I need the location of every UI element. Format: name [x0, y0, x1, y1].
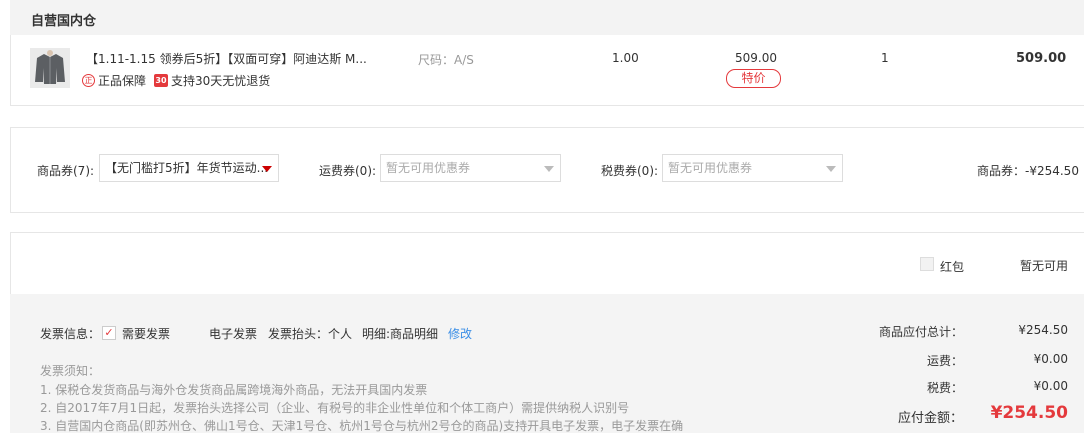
red-packet-status: 暂无可用	[1020, 259, 1069, 273]
goods-total-value: ¥254.50	[1018, 323, 1068, 337]
invoice-note: 3. 自营国内仓商品(即苏州仓、佛山1号仓、天津1号仓、杭州1号仓与杭州2号仓的…	[40, 419, 684, 433]
goods-coupon-value: 【无门槛打5折】年货节运动...	[105, 161, 269, 175]
return-label: 支持30天无忧退货	[171, 74, 271, 88]
shipping-coupon-label: 运费券(0):	[319, 164, 377, 178]
unit-price: 509.00	[735, 51, 777, 65]
invoice-note: 1. 保税仓发货商品与海外仓发货商品属跨境海外商品，无法开具国内发票	[40, 383, 428, 397]
goods-coupon-select[interactable]: 【无门槛打5折】年货节运动...	[99, 154, 279, 182]
shipping-label: 运费：	[926, 354, 963, 368]
payable-amount: ¥254.50	[990, 403, 1068, 423]
genuine-label: 正品保障	[98, 74, 147, 88]
return-badge: 30 支持30天无忧退货	[154, 72, 270, 89]
red-packet-checkbox[interactable]	[920, 257, 934, 271]
goods-coupon-discount: 商品券：-¥254.50	[977, 164, 1079, 178]
tax-label: 税费：	[926, 381, 963, 395]
payable-label: 应付金额：	[897, 411, 963, 426]
product-weight: 1.00	[612, 51, 639, 65]
product-name[interactable]: 【1.11-1.15 领券后5折】【双面可穿】阿迪达斯 M...	[86, 50, 376, 67]
invoice-header: 发票抬头：个人	[268, 327, 353, 341]
line-total: 509.00	[1016, 51, 1067, 66]
shipping-value: ¥0.00	[1033, 352, 1068, 366]
special-price-tag: 特价	[726, 69, 781, 88]
product-row	[10, 35, 1084, 106]
invoice-notes-title: 发票须知：	[40, 364, 101, 378]
chevron-down-icon	[262, 166, 272, 172]
tax-coupon-select[interactable]: 暂无可用优惠券	[662, 154, 843, 182]
tax-coupon-value: 暂无可用优惠券	[668, 161, 753, 175]
warehouse-title: 自营国内仓	[31, 14, 97, 29]
invoice-label: 发票信息：	[40, 327, 101, 341]
invoice-detail: 明细:商品明细	[362, 327, 439, 341]
product-size: 尺码：A/S	[418, 53, 474, 67]
chevron-down-icon	[826, 166, 836, 172]
shipping-coupon-value: 暂无可用优惠券	[386, 161, 471, 175]
return-30-icon: 30	[154, 74, 168, 87]
need-invoice-checkbox[interactable]: ✓	[102, 326, 116, 340]
invoice-type: 电子发票	[209, 327, 258, 341]
red-packet-label: 红包	[940, 260, 965, 274]
chevron-down-icon	[544, 166, 554, 172]
quantity: 1	[881, 51, 889, 65]
shipping-coupon-select[interactable]: 暂无可用优惠券	[380, 154, 561, 182]
goods-coupon-label: 商品券(7):	[37, 164, 95, 178]
modify-invoice-link[interactable]: 修改	[448, 325, 472, 342]
tax-coupon-label: 税费券(0):	[601, 164, 659, 178]
jacket-image[interactable]	[30, 48, 70, 88]
genuine-badge: 正 正品保障	[82, 72, 146, 89]
goods-total-label: 商品应付总计：	[878, 325, 963, 339]
tax-value: ¥0.00	[1033, 379, 1068, 393]
need-invoice-label: 需要发票	[122, 327, 171, 341]
genuine-icon: 正	[82, 74, 95, 87]
invoice-note: 2. 自2017年7月1日起，发票抬头选择公司（企业、有税号的非企业性单位和个体…	[40, 401, 630, 415]
warehouse-header	[10, 0, 1084, 35]
